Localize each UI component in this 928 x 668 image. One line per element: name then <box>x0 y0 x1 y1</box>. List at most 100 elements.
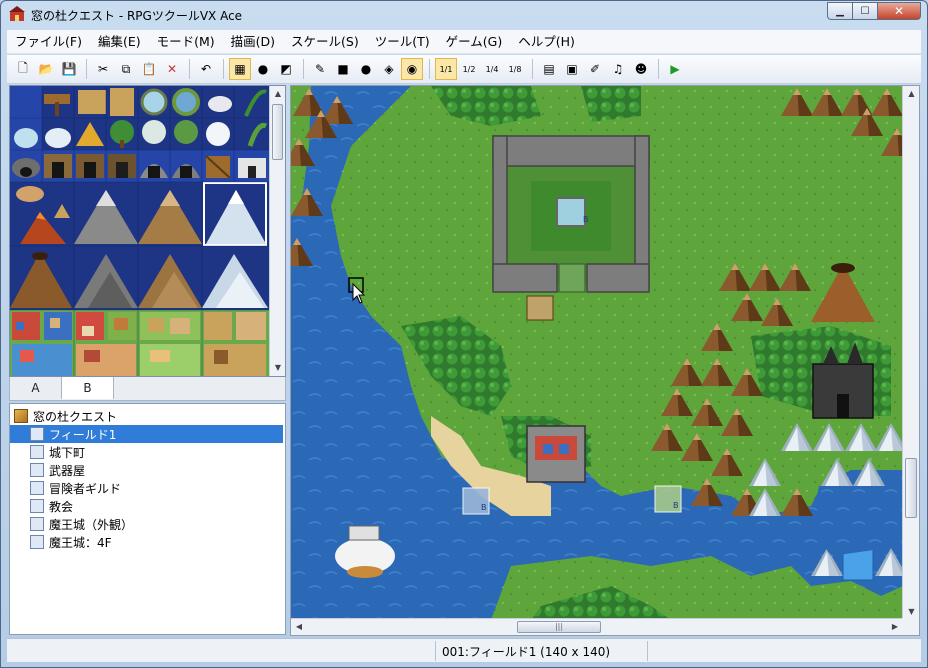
paste-icon: 📋 <box>141 62 157 76</box>
delete-button[interactable]: ✕ <box>161 58 183 80</box>
tree-map-item[interactable]: 武器屋 <box>10 461 283 479</box>
cut-button[interactable]: ✂ <box>92 58 114 80</box>
toolbar-separator <box>86 59 87 79</box>
fill-icon: ◈ <box>384 62 394 76</box>
tree-map-label: 冒険者ギルド <box>49 481 122 496</box>
fill-button[interactable]: ◈ <box>378 58 400 80</box>
database-button[interactable]: ▤ <box>538 58 560 80</box>
map-vertical-scrollbar[interactable]: ▲ ▼ <box>902 86 919 620</box>
tile-row-4 <box>10 246 270 310</box>
undo-icon: ↶ <box>200 62 212 76</box>
menu-item-1[interactable]: 編集(E) <box>90 31 149 53</box>
map-vscroll-thumb[interactable] <box>905 458 917 518</box>
menu-item-0[interactable]: ファイル(F) <box>7 31 90 53</box>
character-generator-icon: ☻ <box>634 62 648 76</box>
status-map-info: 001:フィールド1 (140 x 140) <box>442 645 611 659</box>
scroll-corner <box>902 618 919 635</box>
tab-b[interactable]: B <box>62 377 114 399</box>
tree-map-item[interactable]: フィールド1 <box>10 425 283 443</box>
toolbar-separator <box>429 59 430 79</box>
menu-item-2[interactable]: モード(M) <box>149 31 223 53</box>
menu-item-4[interactable]: スケール(S) <box>283 31 367 53</box>
scroll-up-icon[interactable]: ▲ <box>270 86 285 102</box>
menu-item-6[interactable]: ゲーム(G) <box>438 31 511 53</box>
script-editor-icon: ✐ <box>589 62 601 76</box>
menu-item-7[interactable]: ヘルプ(H) <box>510 31 583 53</box>
pencil-icon: ✎ <box>314 62 326 76</box>
event-label-boat: B <box>673 501 679 510</box>
minimize-button[interactable]: ▁ <box>827 2 853 20</box>
script-editor-button[interactable]: ✐ <box>584 58 606 80</box>
status-bar: 001:フィールド1 (140 x 140) <box>7 638 921 662</box>
map-hscroll-thumb[interactable]: ||| <box>517 621 601 633</box>
sound-test-button[interactable]: ♫ <box>607 58 629 80</box>
copy-button[interactable]: ⧉ <box>115 58 137 80</box>
playtest-button[interactable]: ▶ <box>664 58 686 80</box>
tree-map-item[interactable]: 教会 <box>10 497 283 515</box>
cut-icon: ✂ <box>97 62 109 76</box>
region-layer-button[interactable]: ◩ <box>275 58 297 80</box>
menu-item-5[interactable]: ツール(T) <box>367 31 438 53</box>
tree-root[interactable]: 窓の杜クエスト <box>10 407 283 425</box>
toolbar-separator <box>303 59 304 79</box>
scale-1-1-icon: 1/1 <box>439 64 453 74</box>
scale-1-1-button[interactable]: 1/1 <box>435 58 457 80</box>
map-horizontal-scrollbar[interactable]: ◀ ||| ▶ <box>291 618 903 635</box>
map-page-icon <box>30 463 44 477</box>
tileset-palette[interactable]: ▲ ▼ <box>9 85 286 377</box>
tree-map-label: 城下町 <box>49 445 86 460</box>
forest-north <box>581 86 641 122</box>
map-layer-button[interactable]: ▦ <box>229 58 251 80</box>
tile-row-5 <box>10 310 270 376</box>
close-button[interactable]: ✕ <box>877 2 921 20</box>
pencil-button[interactable]: ✎ <box>309 58 331 80</box>
event-layer-button[interactable]: ● <box>252 58 274 80</box>
undo-button[interactable]: ↶ <box>195 58 217 80</box>
map-scroll-left-icon[interactable]: ◀ <box>291 619 307 635</box>
map-page-icon <box>30 481 44 495</box>
scale-1-2-button[interactable]: 1/2 <box>458 58 480 80</box>
copy-icon: ⧉ <box>121 61 131 76</box>
map-graphics[interactable]: B B B <box>291 86 903 620</box>
lake-east <box>811 486 903 556</box>
menu-bar: ファイル(F) 編集(E) モード(M) 描画(D) スケール(S) ツール(T) ゲーム(… <box>7 30 921 54</box>
tree-map-item[interactable]: 城下町 <box>10 443 283 461</box>
tree-root-label: 窓の杜クエスト <box>33 409 118 424</box>
toolbar-separator <box>189 59 190 79</box>
map-scroll-up-icon[interactable]: ▲ <box>903 86 919 102</box>
palette-scroll-thumb[interactable] <box>272 104 283 160</box>
title-bar[interactable]: 窓の杜クエスト - RPGツクールVX Ace ▁ ☐ ✕ <box>1 1 927 29</box>
ellipse-button[interactable]: ● <box>355 58 377 80</box>
map-page-icon <box>30 517 44 531</box>
tree-map-item[interactable]: 魔王城：4F <box>10 533 283 551</box>
map-canvas[interactable]: B B B ▲ ▼ ◀ ||| ▶ <box>290 85 920 636</box>
map-tree: 窓の杜クエスト フィールド1 城下町武器屋冒険者ギルド 教会 魔王城（外観） 魔王城：4… <box>9 403 286 635</box>
shadow-pen-button[interactable]: ◉ <box>401 58 423 80</box>
tileset-graphics[interactable] <box>10 86 270 377</box>
tree-map-item[interactable]: 冒険者ギルド <box>10 479 283 497</box>
resource-manager-button[interactable]: ▣ <box>561 58 583 80</box>
open-project-button[interactable]: 📂 <box>35 58 57 80</box>
playtest-icon: ▶ <box>670 62 680 76</box>
rectangle-icon: ■ <box>337 62 349 76</box>
scale-1-4-button[interactable]: 1/4 <box>481 58 503 80</box>
map-scroll-right-icon[interactable]: ▶ <box>887 619 903 635</box>
new-project-button[interactable]: 🗋 <box>12 58 34 80</box>
scroll-down-icon[interactable]: ▼ <box>270 360 285 376</box>
paste-button[interactable]: 📋 <box>138 58 160 80</box>
tree-map-label: 武器屋 <box>49 463 86 478</box>
new-project-icon: 🗋 <box>18 60 28 75</box>
event-label-inn: B <box>583 215 589 224</box>
rectangle-button[interactable]: ■ <box>332 58 354 80</box>
character-generator-button[interactable]: ☻ <box>630 58 652 80</box>
palette-scrollbar[interactable]: ▲ ▼ <box>269 86 285 376</box>
tree-map-item[interactable]: 魔王城（外観） <box>10 515 283 533</box>
tab-a[interactable]: A <box>10 377 62 399</box>
map-page-icon <box>30 535 44 549</box>
maximize-button[interactable]: ☐ <box>852 2 878 20</box>
database-icon: ▤ <box>543 62 555 76</box>
window-title: 窓の杜クエスト - RPGツクールVX Ace <box>31 9 243 23</box>
scale-1-8-button[interactable]: 1/8 <box>504 58 526 80</box>
menu-item-3[interactable]: 描画(D) <box>223 31 283 53</box>
save-project-button[interactable]: 💾 <box>58 58 80 80</box>
